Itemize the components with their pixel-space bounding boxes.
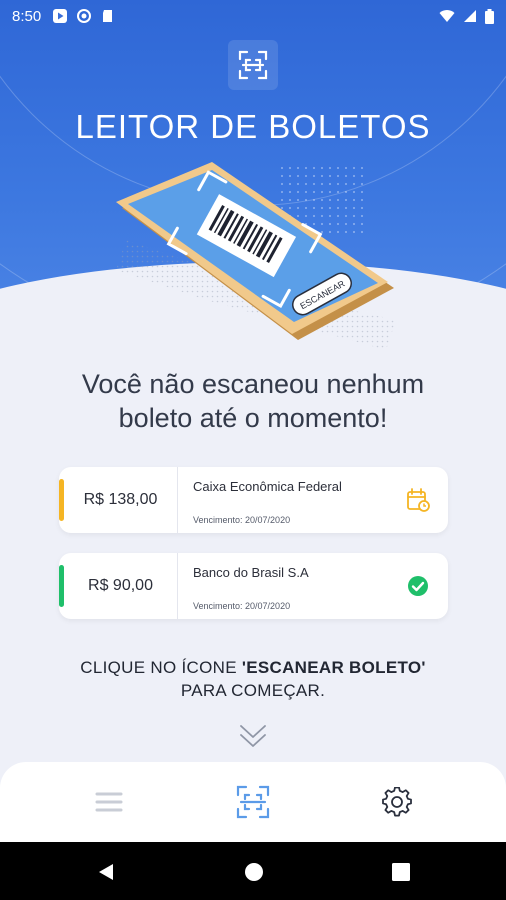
bottom-navigation: [0, 762, 506, 842]
boleto-due-date: Vencimento: 20/07/2020: [193, 515, 291, 525]
scan-logo-icon: [238, 50, 268, 80]
app-logo: [228, 40, 278, 90]
instruction-line2: PARA COMEÇAR.: [180, 681, 326, 700]
wifi-icon: [439, 10, 455, 22]
nav-list-button[interactable]: [89, 782, 129, 822]
signal-icon: [464, 10, 476, 22]
sd-card-icon: [103, 10, 113, 22]
boleto-bank: Caixa Econômica Federal: [193, 479, 342, 494]
instruction-highlight: 'ESCANEAR BOLETO': [241, 658, 426, 677]
list-icon: [95, 792, 123, 812]
battery-icon: [485, 8, 494, 24]
nav-scan-button[interactable]: [233, 782, 273, 822]
status-time: 8:50: [12, 7, 42, 25]
status-bar: 8:50: [0, 0, 506, 32]
phone-scanner-illustration: ESCANEAR: [116, 162, 396, 350]
sync-icon: [77, 9, 92, 23]
boleto-card[interactable]: R$ 90,00 Banco do Brasil S.A Vencimento:…: [59, 553, 448, 619]
recents-icon[interactable]: [390, 861, 412, 883]
boleto-bank: Banco do Brasil S.A: [193, 565, 309, 580]
card-divider: [177, 553, 178, 619]
card-divider: [177, 467, 178, 533]
instruction-line1: CLIQUE NO ÍCONE 'ESCANEAR BOLETO': [0, 656, 506, 679]
boleto-amount: R$ 138,00: [83, 491, 158, 508]
boleto-amount: R$ 90,00: [88, 577, 153, 594]
boleto-card[interactable]: R$ 138,00 Caixa Econômica Federal Vencim…: [59, 467, 448, 533]
home-icon[interactable]: [243, 861, 265, 883]
empty-state-message: Você não escaneou nenhum boleto até o mo…: [0, 367, 506, 435]
instruction-prefix: CLIQUE NO ÍCONE: [80, 658, 242, 677]
play-icon: [53, 9, 68, 23]
empty-message-line2: boleto até o momento!: [118, 403, 388, 433]
scan-icon: [236, 785, 270, 819]
back-icon[interactable]: [95, 861, 117, 883]
nav-settings-button[interactable]: [377, 782, 417, 822]
app-title: LEITOR DE BOLETOS: [75, 108, 431, 145]
scan-instruction: CLIQUE NO ÍCONE 'ESCANEAR BOLETO' PARA C…: [0, 656, 506, 702]
chevron-double-down-icon: [240, 725, 266, 747]
system-navigation-bar: [0, 842, 506, 900]
boleto-due-date: Vencimento: 20/07/2020: [193, 601, 291, 611]
calendar-pending-icon: [407, 488, 430, 512]
settings-icon: [382, 787, 412, 817]
check-circle-icon: [408, 576, 428, 596]
empty-message-line1: Você não escaneou nenhum: [81, 369, 425, 399]
